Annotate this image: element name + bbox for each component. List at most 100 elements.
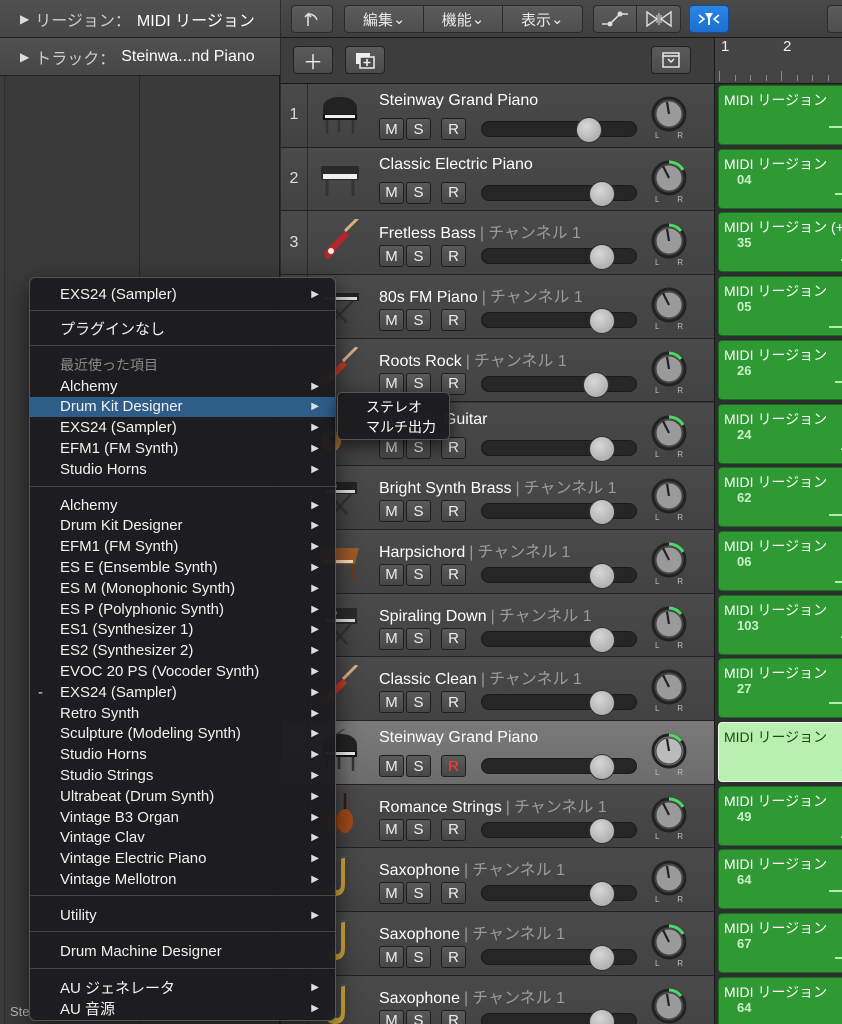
volume-slider-knob[interactable] (589, 244, 615, 271)
menu-item-instrument[interactable]: Sculpture (Modeling Synth) ▶ (30, 724, 335, 744)
volume-slider[interactable] (481, 308, 637, 335)
add-track-button[interactable]: ＋ (293, 46, 333, 74)
menu-item-instrument[interactable]: Ultrabeat (Drum Synth) ▶ (30, 786, 335, 806)
solo-button[interactable]: S (406, 118, 431, 140)
volume-slider-knob[interactable] (589, 562, 615, 589)
track-name[interactable]: 80s FM Piano | チャンネル 1 (379, 283, 583, 307)
pan-knob[interactable] (651, 96, 687, 132)
midi-region[interactable]: MIDI リージョン 04 (718, 148, 842, 209)
mute-button[interactable]: M (379, 882, 404, 905)
mute-button[interactable]: M (379, 818, 404, 841)
pan-knob[interactable] (651, 160, 687, 196)
menu-item-instrument[interactable]: ES E (Ensemble Synth) ▶ (30, 557, 335, 577)
mute-button[interactable]: M (379, 563, 404, 586)
mute-button[interactable]: M (379, 755, 404, 777)
volume-slider[interactable] (481, 754, 637, 780)
menu-item-current-instrument[interactable]: EXS24 (Sampler) ▶ (30, 284, 335, 304)
menu-item-recent[interactable]: Alchemy ▶ (30, 376, 335, 396)
midi-region[interactable]: MIDI リージョン 06 (718, 530, 842, 591)
electric-piano-icon[interactable] (317, 156, 363, 202)
record-enable-button[interactable]: R (441, 1009, 466, 1024)
menu-item-utility[interactable]: Utility ▶ (30, 905, 335, 925)
menu-item-no-plugin[interactable]: プラグインなし (30, 318, 335, 338)
pan-knob[interactable] (651, 542, 687, 578)
midi-region[interactable]: MIDI リージョン 64 (718, 976, 842, 1024)
pan-knob[interactable] (651, 414, 687, 451)
up-arrow-button[interactable] (291, 5, 333, 33)
track-name[interactable]: Romance Strings | チャンネル 1 (379, 793, 607, 817)
record-enable-button[interactable]: R (441, 500, 466, 523)
track-row[interactable]: Saxophone|チャンネル 1 M S R LR (281, 975, 714, 1024)
record-enable-button[interactable]: R (441, 946, 466, 969)
track-name[interactable]: Bright Synth Brass | チャンネル 1 (379, 474, 617, 498)
pan-knob[interactable] (651, 287, 687, 323)
track-row[interactable]: Classic Clean | チャンネル 1 M S R LR (281, 657, 714, 721)
volume-slider-knob[interactable] (589, 881, 615, 908)
timeline-ruler[interactable]: 1 2 (714, 38, 842, 84)
volume-slider[interactable] (481, 626, 637, 653)
track-name[interactable]: Saxophone | チャンネル 1 (379, 920, 565, 944)
midi-region[interactable]: MIDI リージョン 05 (718, 276, 842, 337)
menu-item-instrument[interactable]: Drum Kit Designer ▶ (30, 516, 335, 536)
volume-slider[interactable] (481, 180, 637, 207)
volume-slider[interactable] (481, 690, 637, 717)
volume-slider[interactable] (481, 244, 637, 271)
solo-button[interactable]: S (406, 309, 431, 332)
menu-item-multi-output[interactable]: マルチ出力 (338, 417, 449, 437)
midi-region[interactable]: MIDI リージョン (718, 722, 842, 782)
flex-button[interactable] (637, 6, 680, 32)
mute-button[interactable]: M (379, 691, 404, 714)
regions-area[interactable]: MIDI リージョン MIDI リージョン 04 MIDI リージョン (+ 3… (714, 84, 842, 1024)
bass-guitar-icon[interactable] (317, 219, 363, 265)
track-name[interactable]: Classic Clean | チャンネル 1 (379, 665, 582, 689)
volume-slider[interactable] (481, 371, 637, 398)
pan-knob[interactable] (651, 478, 687, 514)
mute-button[interactable]: M (379, 1009, 404, 1024)
volume-slider-knob[interactable] (589, 817, 615, 844)
menu-item-instrument[interactable]: ES1 (Synthesizer 1) ▶ (30, 620, 335, 640)
solo-button[interactable]: S (406, 946, 431, 969)
menu-item-instrument[interactable]: Studio Strings ▶ (30, 765, 335, 785)
solo-button[interactable]: S (406, 500, 431, 523)
volume-slider[interactable] (481, 117, 637, 143)
menu-item-recent[interactable]: EXS24 (Sampler) ▶ (30, 418, 335, 438)
volume-slider-knob[interactable] (589, 180, 615, 207)
solo-button[interactable]: S (406, 563, 431, 586)
grand-piano-icon[interactable] (317, 92, 363, 138)
track-name[interactable]: Saxophone | チャンネル 1 (379, 984, 565, 1008)
volume-slider[interactable] (481, 499, 637, 526)
menu-item-instrument[interactable]: Vintage B3 Organ ▶ (30, 807, 335, 827)
volume-slider-knob[interactable] (589, 1008, 615, 1024)
track-row[interactable]: 2 Classic Electric Piano M S R LR (281, 147, 714, 212)
duplicate-track-button[interactable] (345, 46, 385, 74)
mute-button[interactable]: M (379, 245, 404, 268)
volume-slider[interactable] (481, 435, 637, 462)
track-name[interactable]: Steinway Grand Piano (379, 92, 538, 110)
pan-knob[interactable] (651, 669, 687, 705)
track-name[interactable]: Spiraling Down | チャンネル 1 (379, 602, 592, 626)
volume-slider-knob[interactable] (589, 435, 615, 462)
record-enable-button[interactable]: R (441, 245, 466, 268)
track-name[interactable]: Saxophone | チャンネル 1 (379, 856, 565, 880)
edit-menu-button[interactable]: 編集 ⌄ (345, 6, 425, 32)
mute-button[interactable]: M (379, 627, 404, 650)
disclosure-triangle-icon[interactable]: ▶ (20, 50, 29, 64)
menu-item-instrument[interactable]: ES P (Polyphonic Synth) ▶ (30, 599, 335, 619)
track-row[interactable]: Steinway Grand Piano M S R LR (281, 721, 714, 785)
menu-item-instrument[interactable]: Studio Horns ▶ (30, 745, 335, 765)
volume-slider-knob[interactable] (589, 945, 615, 972)
pan-knob[interactable] (651, 606, 687, 642)
mute-button[interactable]: M (379, 181, 404, 204)
track-row[interactable]: Bright Synth Brass | チャンネル 1 M S R LR (281, 466, 714, 530)
disclosure-triangle-icon[interactable]: ▶ (20, 12, 29, 26)
volume-slider-knob[interactable] (589, 499, 615, 526)
region-inspector-header[interactable]: ▶ リージョン： MIDI リージョン (0, 0, 280, 38)
midi-region[interactable]: MIDI リージョン 26 (718, 339, 842, 400)
track-row[interactable]: Saxophone|チャンネル 1 M S R LR (281, 912, 714, 976)
automation-button[interactable] (594, 6, 638, 32)
track-row[interactable]: 3 Fretless Bass | チャンネル 1 M S R LR (281, 211, 714, 276)
menu-item-recent[interactable]: Studio Horns ▶ (30, 459, 335, 479)
track-row[interactable]: Harpsichord | チャンネル 1 M S R LR (281, 529, 714, 594)
menu-item-instrument[interactable]: Vintage Mellotron ▶ (30, 869, 335, 889)
volume-slider[interactable] (481, 945, 637, 972)
